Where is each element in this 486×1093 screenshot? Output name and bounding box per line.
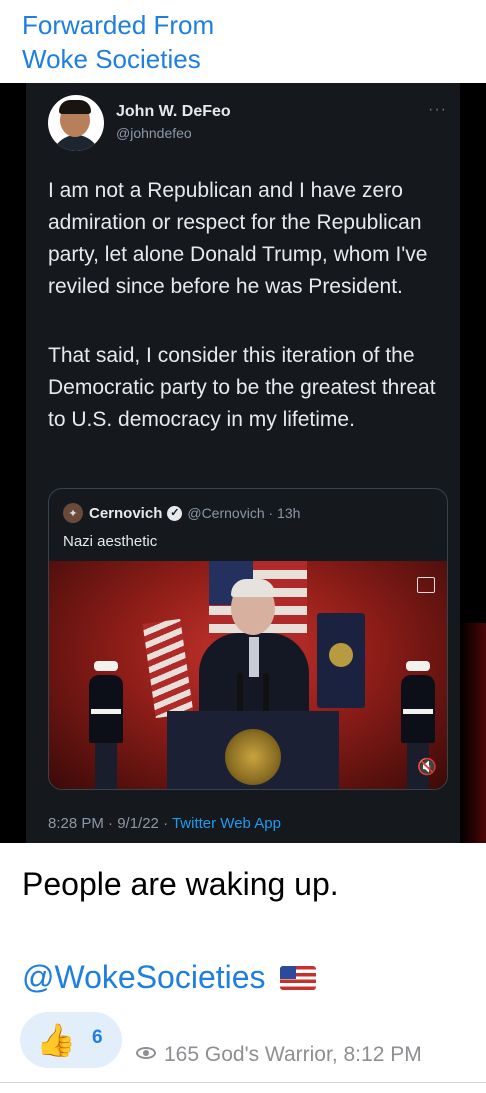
pip-icon bbox=[417, 577, 435, 593]
channel-message: Forwarded From Woke Societies John W. De… bbox=[0, 0, 486, 1093]
speaker-figure bbox=[199, 579, 309, 733]
forwarded-label: Forwarded From bbox=[22, 10, 215, 40]
quoted-author-name: Cernovich bbox=[89, 504, 163, 522]
us-flag-icon bbox=[279, 966, 316, 990]
tweet-card: John W. DeFeo @johndefeo ··· I am not a … bbox=[26, 83, 460, 843]
tweet-app: Twitter Web App bbox=[171, 815, 281, 832]
view-count: 165 bbox=[164, 1043, 200, 1066]
more-options-icon: ··· bbox=[428, 101, 447, 118]
marine-figure bbox=[89, 661, 123, 789]
quoted-handle-time: @Cernovich · 13h bbox=[187, 505, 301, 521]
quoted-tweet-text: Nazi aesthetic bbox=[63, 533, 158, 550]
post-time: 8:12 PM bbox=[343, 1043, 422, 1066]
reaction-button[interactable]: 👍 6 bbox=[20, 1012, 122, 1068]
edge-glow bbox=[460, 623, 486, 843]
quoted-tweet-photo: 🔇 bbox=[49, 561, 447, 789]
tweet-timestamp: 8:28 PM · 9/1/22 · bbox=[48, 815, 172, 832]
quoted-tweet-header: ✦ Cernovich ✓ @Cernovich · 13h bbox=[63, 501, 300, 525]
avatar bbox=[48, 95, 104, 151]
forwarded-header[interactable]: Forwarded From Woke Societies bbox=[22, 8, 214, 76]
podium bbox=[167, 711, 339, 789]
tweet-author-handle: @johndefeo bbox=[116, 125, 192, 141]
forwarded-source-link[interactable]: Woke Societies bbox=[22, 42, 214, 76]
tweet-text-paragraph-1: I am not a Republican and I have zero ad… bbox=[48, 179, 428, 298]
channel-link-row: @WokeSocieties bbox=[22, 955, 316, 999]
mute-icon: 🔇 bbox=[417, 759, 437, 776]
tweet-author-name: John W. DeFeo bbox=[116, 103, 231, 120]
verified-icon: ✓ bbox=[167, 505, 183, 521]
thumbs-up-icon: 👍 bbox=[36, 1022, 76, 1058]
divider bbox=[0, 1082, 486, 1083]
tweet-text-paragraph-2: That said, I consider this iteration of … bbox=[48, 344, 436, 431]
quoted-tweet: ✦ Cernovich ✓ @Cernovich · 13h Nazi aest… bbox=[48, 488, 448, 790]
tweet-footer: 8:28 PM · 9/1/22 · Twitter Web App bbox=[48, 815, 281, 832]
message-meta: 165 God's Warrior, 8:12 PM bbox=[136, 1041, 422, 1069]
message-caption: People are waking up. bbox=[22, 866, 339, 902]
channel-link[interactable]: @WokeSocieties bbox=[22, 959, 266, 995]
eye-icon bbox=[136, 1047, 158, 1061]
quoted-avatar: ✦ bbox=[63, 503, 83, 523]
reaction-count: 6 bbox=[92, 1027, 103, 1048]
post-author: God's Warrior, bbox=[204, 1043, 338, 1066]
tweet-screenshot-image[interactable]: John W. DeFeo @johndefeo ··· I am not a … bbox=[0, 83, 486, 843]
